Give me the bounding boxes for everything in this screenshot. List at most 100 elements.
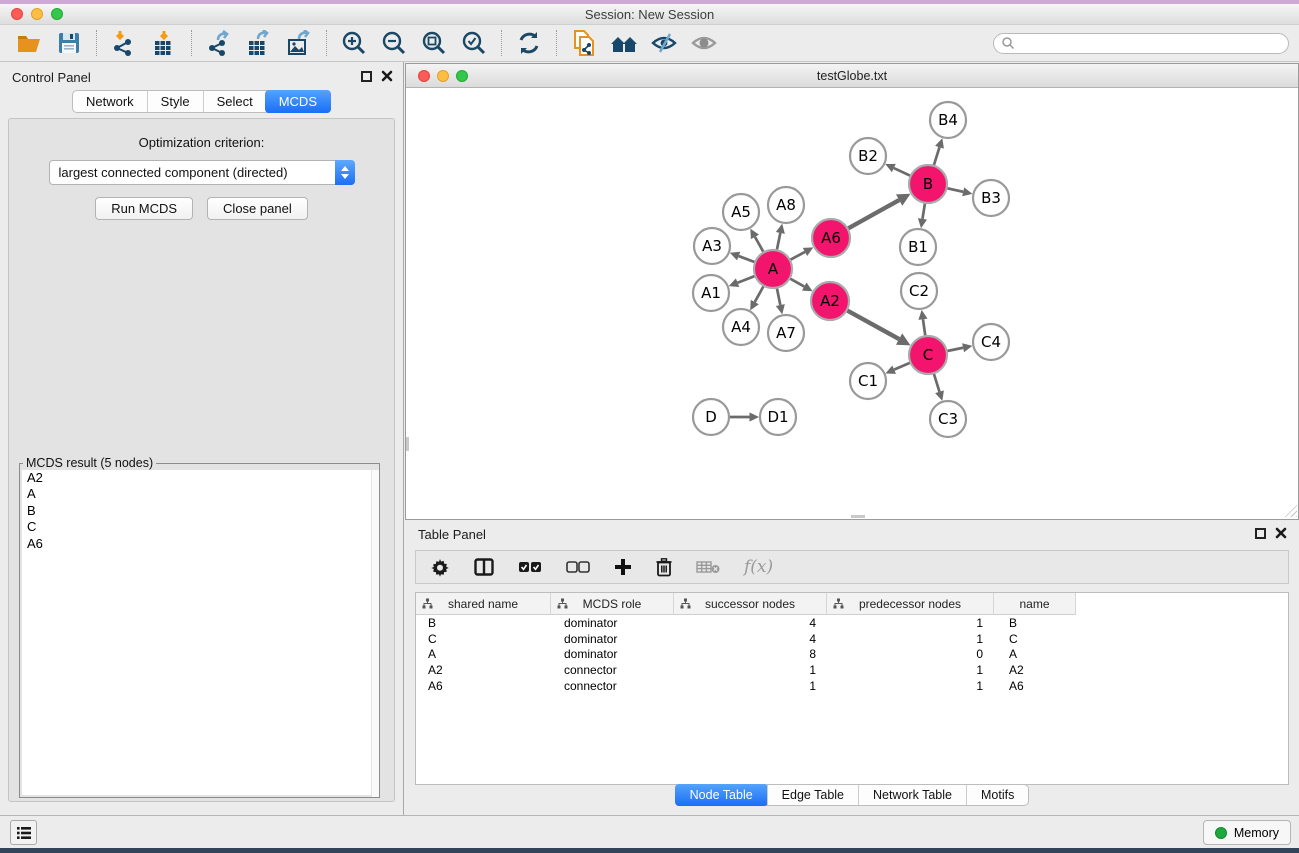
- table-cell[interactable]: A: [994, 647, 1076, 663]
- mcds-result-box: MCDS result (5 nodes) A2ABCA6: [19, 456, 380, 798]
- import-table-button[interactable]: [147, 28, 181, 58]
- export-image-button[interactable]: [282, 28, 316, 58]
- function-builder-button[interactable]: f(x): [744, 555, 773, 579]
- result-list-item[interactable]: B: [22, 503, 377, 519]
- copy-network-button[interactable]: [567, 28, 601, 58]
- mcds-result-list[interactable]: A2ABCA6: [22, 470, 377, 795]
- zoom-in-button[interactable]: [337, 28, 371, 58]
- checked-boxes-icon: [518, 561, 542, 573]
- delete-table-button[interactable]: [696, 555, 720, 579]
- save-session-button[interactable]: [52, 28, 86, 58]
- table-cell[interactable]: 8: [674, 647, 827, 663]
- table-cell[interactable]: 1: [827, 662, 994, 678]
- show-panels-button[interactable]: [10, 820, 37, 845]
- import-network-button[interactable]: [107, 28, 141, 58]
- table-row[interactable]: Adominator80A: [416, 647, 1288, 663]
- tab-select[interactable]: Select: [203, 91, 266, 112]
- memory-button[interactable]: Memory: [1203, 820, 1291, 845]
- column-header-successor-nodes[interactable]: successor nodes: [674, 593, 827, 615]
- table-cell[interactable]: 1: [674, 662, 827, 678]
- table-cell[interactable]: B: [994, 615, 1076, 631]
- zoom-fit-button[interactable]: [417, 28, 451, 58]
- window-title: Session: New Session: [0, 7, 1299, 22]
- table-cell[interactable]: dominator: [551, 647, 674, 663]
- dropdown-stepper-icon: [335, 160, 355, 185]
- table-cell[interactable]: A: [416, 647, 551, 663]
- table-cell[interactable]: 0: [827, 647, 994, 663]
- close-table-panel-icon[interactable]: [1275, 527, 1287, 539]
- tab-node-table[interactable]: Node Table: [675, 784, 768, 806]
- table-cell[interactable]: A2: [994, 662, 1076, 678]
- search-field[interactable]: [993, 33, 1289, 54]
- tab-motifs[interactable]: Motifs: [966, 785, 1028, 805]
- tab-network[interactable]: Network: [73, 91, 147, 112]
- create-column-button[interactable]: [614, 555, 632, 579]
- table-cell[interactable]: 4: [674, 615, 827, 631]
- result-list-item[interactable]: A2: [22, 470, 377, 486]
- result-list-item[interactable]: C: [22, 519, 377, 535]
- table-settings-button[interactable]: [430, 555, 450, 579]
- network-window-titlebar[interactable]: testGlobe.txt: [406, 64, 1298, 88]
- show-column-button[interactable]: [474, 555, 494, 579]
- open-file-button[interactable]: [12, 28, 46, 58]
- table-cell[interactable]: A6: [994, 678, 1076, 694]
- result-list-item[interactable]: A: [22, 486, 377, 502]
- table-cell[interactable]: 1: [827, 615, 994, 631]
- unchecked-boxes-icon: [566, 561, 590, 573]
- table-row[interactable]: A2connector11A2: [416, 662, 1288, 678]
- graph-node-label: C3: [938, 410, 958, 428]
- copy-network-icon: [571, 30, 597, 56]
- close-panel-icon[interactable]: [381, 70, 393, 82]
- table-row[interactable]: Cdominator41C: [416, 631, 1288, 647]
- tab-network-table[interactable]: Network Table: [858, 785, 966, 805]
- search-input[interactable]: [1015, 35, 1288, 52]
- unselect-all-button[interactable]: [566, 555, 590, 579]
- table-cell[interactable]: dominator: [551, 631, 674, 647]
- network-graph[interactable]: AA1A2A3A4A5A6A7A8BB1B2B3B4CC1C2C3C4DD1: [406, 88, 1298, 518]
- network-canvas[interactable]: AA1A2A3A4A5A6A7A8BB1B2B3B4CC1C2C3C4DD1: [406, 88, 1298, 518]
- tab-mcds[interactable]: MCDS: [265, 90, 331, 113]
- export-network-button[interactable]: [202, 28, 236, 58]
- fx-icon: f(x): [744, 557, 773, 577]
- edge-arrowhead-icon: [750, 412, 760, 421]
- table-cell[interactable]: 1: [674, 678, 827, 694]
- table-cell[interactable]: A2: [416, 662, 551, 678]
- float-table-panel-icon[interactable]: [1255, 528, 1266, 539]
- optimization-criterion-select[interactable]: largest connected component (directed): [49, 160, 355, 185]
- table-cell[interactable]: C: [416, 631, 551, 647]
- table-cell[interactable]: B: [416, 615, 551, 631]
- table-row[interactable]: Bdominator41B: [416, 615, 1288, 631]
- table-cell[interactable]: 1: [827, 678, 994, 694]
- table-cell[interactable]: A6: [416, 678, 551, 694]
- refresh-button[interactable]: [512, 28, 546, 58]
- zoom-out-button[interactable]: [377, 28, 411, 58]
- run-mcds-button[interactable]: Run MCDS: [95, 197, 193, 220]
- table-cell[interactable]: C: [994, 631, 1076, 647]
- select-all-button[interactable]: [518, 555, 542, 579]
- export-table-button[interactable]: [242, 28, 276, 58]
- float-panel-icon[interactable]: [361, 71, 372, 82]
- column-header-shared-name[interactable]: shared name: [416, 593, 551, 615]
- table-row[interactable]: A6connector11A6: [416, 678, 1288, 694]
- close-panel-button[interactable]: Close panel: [207, 197, 308, 220]
- hide-selected-button[interactable]: [647, 28, 681, 58]
- result-scrollbar[interactable]: [371, 470, 379, 797]
- delete-column-button[interactable]: [656, 555, 672, 579]
- table-cell[interactable]: 4: [674, 631, 827, 647]
- column-header-name[interactable]: name: [994, 593, 1076, 615]
- node-table[interactable]: shared nameMCDS rolesuccessor nodesprede…: [415, 592, 1289, 785]
- tab-edge-table[interactable]: Edge Table: [767, 785, 858, 805]
- zoom-selected-button[interactable]: [457, 28, 491, 58]
- tab-style[interactable]: Style: [147, 91, 203, 112]
- table-cell[interactable]: connector: [551, 662, 674, 678]
- column-header-predecessor-nodes[interactable]: predecessor nodes: [827, 593, 994, 615]
- table-cell[interactable]: 1: [827, 631, 994, 647]
- graph-node-label: B: [923, 175, 933, 193]
- table-cell[interactable]: dominator: [551, 615, 674, 631]
- export-table-icon: [246, 30, 272, 56]
- result-list-item[interactable]: A6: [22, 536, 377, 552]
- column-header-MCDS-role[interactable]: MCDS role: [551, 593, 674, 615]
- table-cell[interactable]: connector: [551, 678, 674, 694]
- show-hidden-button[interactable]: [687, 28, 721, 58]
- go-home-button[interactable]: [607, 28, 641, 58]
